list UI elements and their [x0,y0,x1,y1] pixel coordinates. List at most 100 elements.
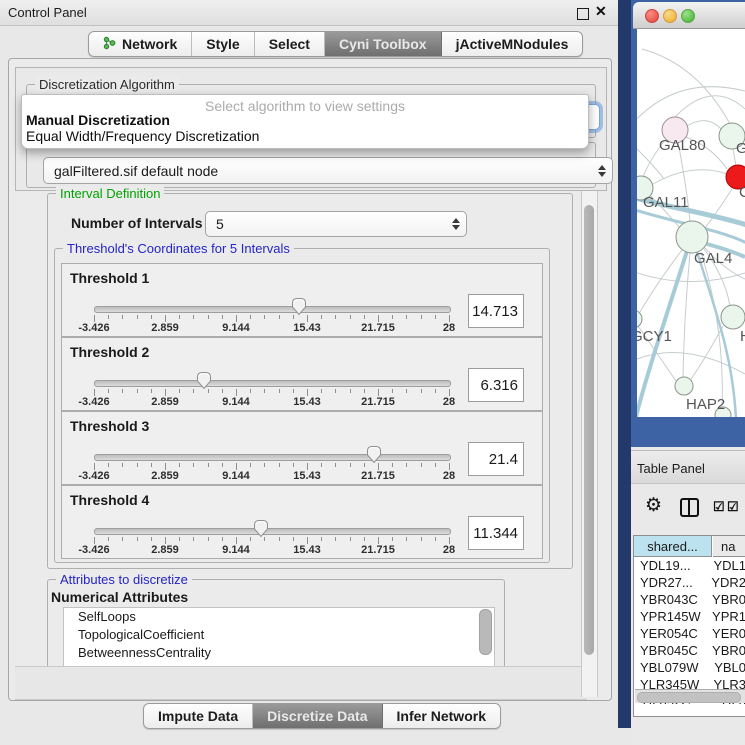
cell-name[interactable]: YBR0 [705,643,745,660]
group-title: Threshold's Coordinates for 5 Intervals [63,241,294,256]
network-node-gal4[interactable] [676,221,708,253]
table-panel-toolbar: ⚙ ☑ ☑ [631,483,745,531]
table-row[interactable]: YBR045CYBR0 [634,643,745,660]
slider-tick [307,463,308,470]
slider-track[interactable] [94,306,451,313]
cell-shared-name[interactable]: YBL079W [634,660,707,677]
network-window-titlebar[interactable] [633,2,745,29]
scrollbar-thumb[interactable] [637,692,741,703]
stepper-arrows-icon[interactable] [595,165,608,177]
thresholds-group: Threshold's Coordinates for 5 Intervals … [54,248,550,563]
slider-thumb[interactable] [253,519,269,538]
tab-select[interactable]: Select [255,32,325,56]
table-row[interactable]: YBR043CYBR0 [634,592,745,609]
group-title: Discretization Algorithm [35,77,179,92]
attribute-list-item[interactable]: SelfLoops [64,608,494,626]
node-label: G [736,140,745,157]
tab-jactivemnodules[interactable]: jActiveMNodules [442,32,583,56]
tab-discretize-data[interactable]: Discretize Data [253,704,382,728]
panel-vertical-scrollbar[interactable] [581,191,598,697]
gear-icon[interactable]: ⚙ [645,496,662,515]
slider-tick [222,389,223,393]
table-data-combobox[interactable]: galFiltered.sif default node [43,157,613,184]
cell-name[interactable]: YER0 [705,626,745,643]
slider-tick [406,389,407,393]
table-panel-title: Table Panel [637,461,705,476]
tab-impute-data[interactable]: Impute Data [144,704,253,728]
cell-name[interactable]: YDL1 [706,558,745,575]
slider-tick-label: 28 [443,470,455,482]
column-header-name[interactable]: na [713,536,745,557]
stepper-arrows-icon[interactable] [449,218,462,230]
number-of-intervals-combobox[interactable]: 5 [205,211,467,237]
table-horizontal-scrollbar[interactable] [635,689,745,703]
network-node-hap2[interactable] [675,377,693,395]
algorithm-panel: Discretization Algorithm Table Data galF… [15,67,607,191]
table-row[interactable]: YDL19...YDL1 [634,558,745,575]
cell-shared-name[interactable]: YBR045C [634,643,705,660]
table-row[interactable]: YDR27...YDR2 [634,575,745,592]
slider-tick [179,315,180,319]
checkbox-icon[interactable]: ☑ [713,499,725,515]
attribute-list-item[interactable]: BetweennessCentrality [64,644,494,662]
cell-shared-name[interactable]: YBR043C [634,592,705,609]
threshold-value-field[interactable]: 14.713 [468,294,524,328]
network-node-h[interactable] [721,305,745,329]
slider-tick [378,463,379,470]
cell-shared-name[interactable]: YPR145W [634,609,705,626]
slider-tick [392,315,393,319]
close-icon[interactable]: ✕ [595,3,607,20]
slider-tick [165,537,166,544]
node-label: GCY1 [637,328,672,345]
slider-tick [264,389,265,393]
column-selector-icon[interactable] [680,498,699,517]
slider-tick [279,537,280,541]
slider-tick-label: 15.43 [293,544,321,556]
checkbox-icon[interactable]: ☑ [727,499,739,515]
tab-infer-network[interactable]: Infer Network [383,704,500,728]
cell-name[interactable]: YBR0 [705,592,745,609]
network-canvas[interactable]: GAL80GCGAL11GAL4GCY1HHAP2 [637,29,745,417]
tab-style[interactable]: Style [192,32,254,56]
slider-track[interactable] [94,380,451,387]
threshold-value-field[interactable]: 21.4 [468,442,524,476]
float-window-icon[interactable] [577,8,589,20]
slider-tick [435,315,436,319]
slider-track[interactable] [94,454,451,461]
node-label: C [739,184,745,201]
cell-shared-name[interactable]: YDR27... [634,575,704,592]
cell-name[interactable]: YDR2 [704,575,745,592]
numerical-attributes-list[interactable]: SelfLoopsTopologicalCoefficientBetweenne… [63,607,495,668]
slider-thumb[interactable] [291,297,307,316]
slider-tick [321,389,322,393]
column-header-shared-name[interactable]: shared... [634,536,712,557]
slider-tick [435,463,436,467]
network-node-gcy1[interactable] [637,310,642,328]
dropdown-option[interactable]: Manual Discretization [26,112,170,128]
attributes-list-scrollbar[interactable] [479,609,492,655]
cell-name[interactable]: YPR1 [705,609,745,626]
tab-cyni-toolbox[interactable]: Cyni Toolbox [325,32,442,56]
cell-shared-name[interactable]: YER054C [634,626,705,643]
threshold-value-field[interactable]: 11.344 [468,516,524,550]
cell-shared-name[interactable]: YDL19... [634,558,706,575]
table-row[interactable]: YER054CYER0 [634,626,745,643]
slider-thumb[interactable] [196,371,212,390]
cell-name[interactable]: YBL0 [707,660,745,677]
attribute-list-item[interactable]: TopologicalCoefficient [64,626,494,644]
slider-thumb[interactable] [366,445,382,464]
slider-track[interactable] [94,528,451,535]
mac-close-icon[interactable] [645,9,659,23]
tab-network[interactable]: Network [89,32,192,56]
table-row[interactable]: YPR145WYPR1 [634,609,745,626]
threshold-value-field[interactable]: 6.316 [468,368,524,402]
table-row[interactable]: YBL079WYBL0 [634,660,745,677]
slider-tick-label: 28 [443,322,455,334]
slider-tick-label: 15.43 [293,470,321,482]
dropdown-option[interactable]: Equal Width/Frequency Discretization [26,128,259,144]
slider-tick [335,463,336,467]
mac-minimize-icon[interactable] [663,9,677,23]
mac-zoom-icon[interactable] [681,9,695,23]
scrollbar-thumb[interactable] [584,205,594,655]
bottom-tab-bar: Impute DataDiscretize DataInfer Network [143,703,501,729]
